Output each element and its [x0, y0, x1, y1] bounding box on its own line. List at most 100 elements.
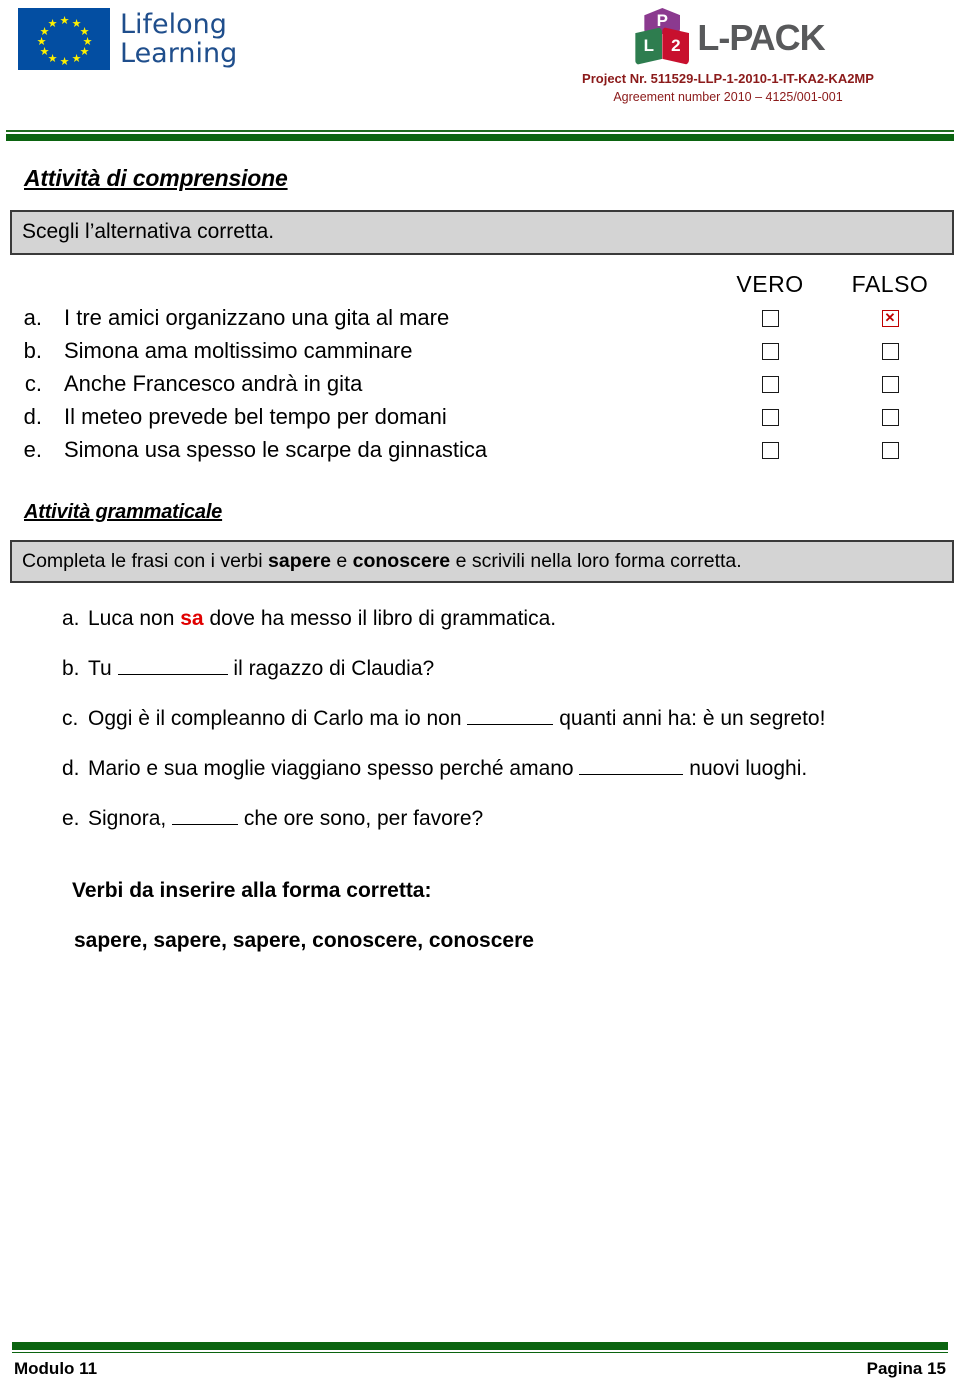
verbs-to-insert-list: sapere, sapere, sapere, conoscere, conos… — [74, 929, 534, 952]
answer-blank[interactable] — [579, 774, 684, 775]
checkbox-vero[interactable] — [761, 342, 779, 360]
list-item: e. Signora, che ore sono, per favore? — [62, 805, 950, 833]
item-letter: e. — [62, 807, 80, 830]
comprehension-instruction-box: Scegli l’alternativa corretta. — [10, 210, 954, 255]
checkbox-falso[interactable] — [881, 309, 899, 327]
list-item: b. Tu il ragazzo di Claudia? — [62, 655, 950, 683]
falso-cell — [830, 375, 950, 393]
item-letter: c. — [24, 371, 42, 396]
lpack-cube-icon: P L 2 — [631, 7, 693, 69]
grammar-verb-sapere: sapere — [268, 550, 331, 572]
list-item: a. Luca non sa dove ha messo il libro di… — [62, 605, 950, 633]
sentence-post: quanti anni ha: è un segreto! — [553, 707, 826, 730]
item-sentence: Luca non sa dove ha messo il libro di gr… — [88, 605, 950, 633]
falso-cell — [830, 441, 950, 459]
item-letter: c. — [62, 707, 79, 730]
filled-answer: sa — [180, 607, 204, 630]
item-letter: d. — [62, 757, 80, 780]
cube-left-face: L — [635, 27, 663, 65]
grammar-section-title: Attività grammaticale — [24, 501, 223, 523]
answer-blank[interactable] — [172, 824, 239, 825]
checkbox-falso[interactable] — [881, 342, 899, 360]
checkbox-vero[interactable] — [761, 408, 779, 426]
table-row: e. Simona usa spesso le scarpe da ginnas… — [10, 437, 950, 463]
page-content: Attività di comprensione Scegli l’altern… — [0, 165, 960, 953]
grammar-verb-conoscere: conoscere — [352, 550, 451, 572]
item-letter: e. — [23, 437, 42, 462]
checkbox-falso[interactable] — [881, 441, 899, 459]
falso-cell — [830, 342, 950, 360]
sentence-pre: Mario e sua moglie viaggiano spesso perc… — [88, 757, 580, 780]
item-letter: a. — [62, 607, 80, 630]
cube-right-face: 2 — [662, 27, 690, 65]
item-letter: a. — [23, 305, 42, 330]
item-sentence: Tu il ragazzo di Claudia? — [88, 655, 950, 683]
falso-cell — [830, 309, 950, 327]
item-letter: d. — [23, 404, 42, 429]
item-sentence: Oggi è il compleanno di Carlo ma io non … — [88, 705, 950, 733]
vero-cell — [710, 309, 830, 327]
vero-cell — [710, 375, 830, 393]
vero-cell — [710, 342, 830, 360]
item-sentence: Signora, che ore sono, per favore? — [88, 805, 950, 833]
list-item: c. Oggi è il compleanno di Carlo ma io n… — [62, 705, 950, 733]
true-false-table: VERO FALSO a. I tre amici organizzano un… — [10, 271, 950, 463]
sentence-pre: Tu — [88, 657, 118, 680]
column-header-vero: VERO — [736, 271, 804, 297]
header-divider-thick — [6, 134, 954, 141]
grammar-instruction-box: Completa le frasi con i verbi sapere e c… — [10, 540, 954, 583]
footer-text-row: Modulo 11 Pagina 15 — [14, 1359, 946, 1379]
sentence-post: dove ha messo il libro di grammatica. — [203, 607, 557, 630]
item-letter: b. — [23, 338, 42, 363]
sentence-pre: Signora, — [88, 807, 173, 830]
footer-divider-thick — [12, 1341, 948, 1350]
item-statement: Anche Francesco andrà in gita — [64, 371, 363, 396]
table-row: d. Il meteo prevede bel tempo per domani — [10, 404, 950, 430]
project-number: Project Nr. 511529-LLP-1-2010-1-IT-KA2-K… — [582, 71, 874, 86]
column-header-falso: FALSO — [851, 271, 929, 297]
table-row: b. Simona ama moltissimo camminare — [10, 338, 950, 364]
agreement-number: Agreement number 2010 – 4125/001-001 — [613, 90, 843, 104]
list-item: d. Mario e sua moglie viaggiano spesso p… — [62, 755, 950, 783]
item-statement: Il meteo prevede bel tempo per domani — [64, 404, 447, 429]
eu-flag-icon: ★ ★ ★ ★ ★ ★ ★ ★ ★ ★ ★ ★ — [18, 8, 110, 70]
page-header: ★ ★ ★ ★ ★ ★ ★ ★ ★ ★ ★ ★ Lifelong Learnin… — [0, 0, 960, 130]
answer-blank[interactable] — [117, 674, 228, 675]
checkbox-vero[interactable] — [761, 375, 779, 393]
item-statement: Simona usa spesso le scarpe da ginnastic… — [64, 437, 488, 462]
table-row: c. Anche Francesco andrà in gita — [10, 371, 950, 397]
lifelong-learning-line2: Learning — [120, 38, 238, 69]
checkbox-vero[interactable] — [761, 309, 779, 327]
item-statement: Simona ama moltissimo camminare — [64, 338, 413, 363]
checkbox-falso[interactable] — [881, 375, 899, 393]
item-letter: b. — [62, 657, 80, 680]
item-statement: I tre amici organizzano una gita al mare — [64, 305, 450, 330]
sentence-post: il ragazzo di Claudia? — [227, 657, 435, 680]
footer-divider-thin — [12, 1351, 948, 1353]
comprehension-instruction-text: Scegli l’alternativa corretta. — [22, 220, 275, 243]
checkbox-falso[interactable] — [881, 408, 899, 426]
lifelong-learning-line1: Lifelong — [120, 9, 227, 40]
footer-page-label: Pagina 15 — [866, 1359, 946, 1378]
checkbox-vero[interactable] — [761, 441, 779, 459]
lpack-wordmark: L-PACK — [697, 17, 825, 58]
comprehension-section-title: Attività di comprensione — [24, 165, 288, 191]
grammar-instruction-part2: e — [330, 550, 353, 572]
grammar-exercise-list: a. Luca non sa dove ha messo il libro di… — [10, 605, 950, 833]
grammar-instruction-part1: Completa le frasi con i verbi — [22, 550, 269, 572]
vero-cell — [710, 441, 830, 459]
verbs-to-insert-title: Verbi da inserire alla forma corretta: — [72, 879, 432, 902]
lpack-logo: P L 2 L-PACK — [518, 6, 938, 70]
table-row: a. I tre amici organizzano una gita al m… — [10, 305, 950, 331]
sentence-pre: Oggi è il compleanno di Carlo ma io non — [88, 707, 468, 730]
footer-module-label: Modulo 11 — [14, 1359, 98, 1378]
sentence-pre: Luca non — [88, 607, 181, 630]
answer-blank[interactable] — [467, 724, 554, 725]
item-sentence: Mario e sua moglie viaggiano spesso perc… — [88, 755, 950, 783]
sentence-post: che ore sono, per favore? — [238, 807, 484, 830]
lifelong-learning-wordmark: Lifelong Learning — [120, 10, 237, 68]
true-false-header-row: VERO FALSO — [10, 271, 950, 298]
vero-cell — [710, 408, 830, 426]
eu-lifelong-learning-logo: ★ ★ ★ ★ ★ ★ ★ ★ ★ ★ ★ ★ Lifelong Learnin… — [18, 8, 237, 70]
falso-cell — [830, 408, 950, 426]
